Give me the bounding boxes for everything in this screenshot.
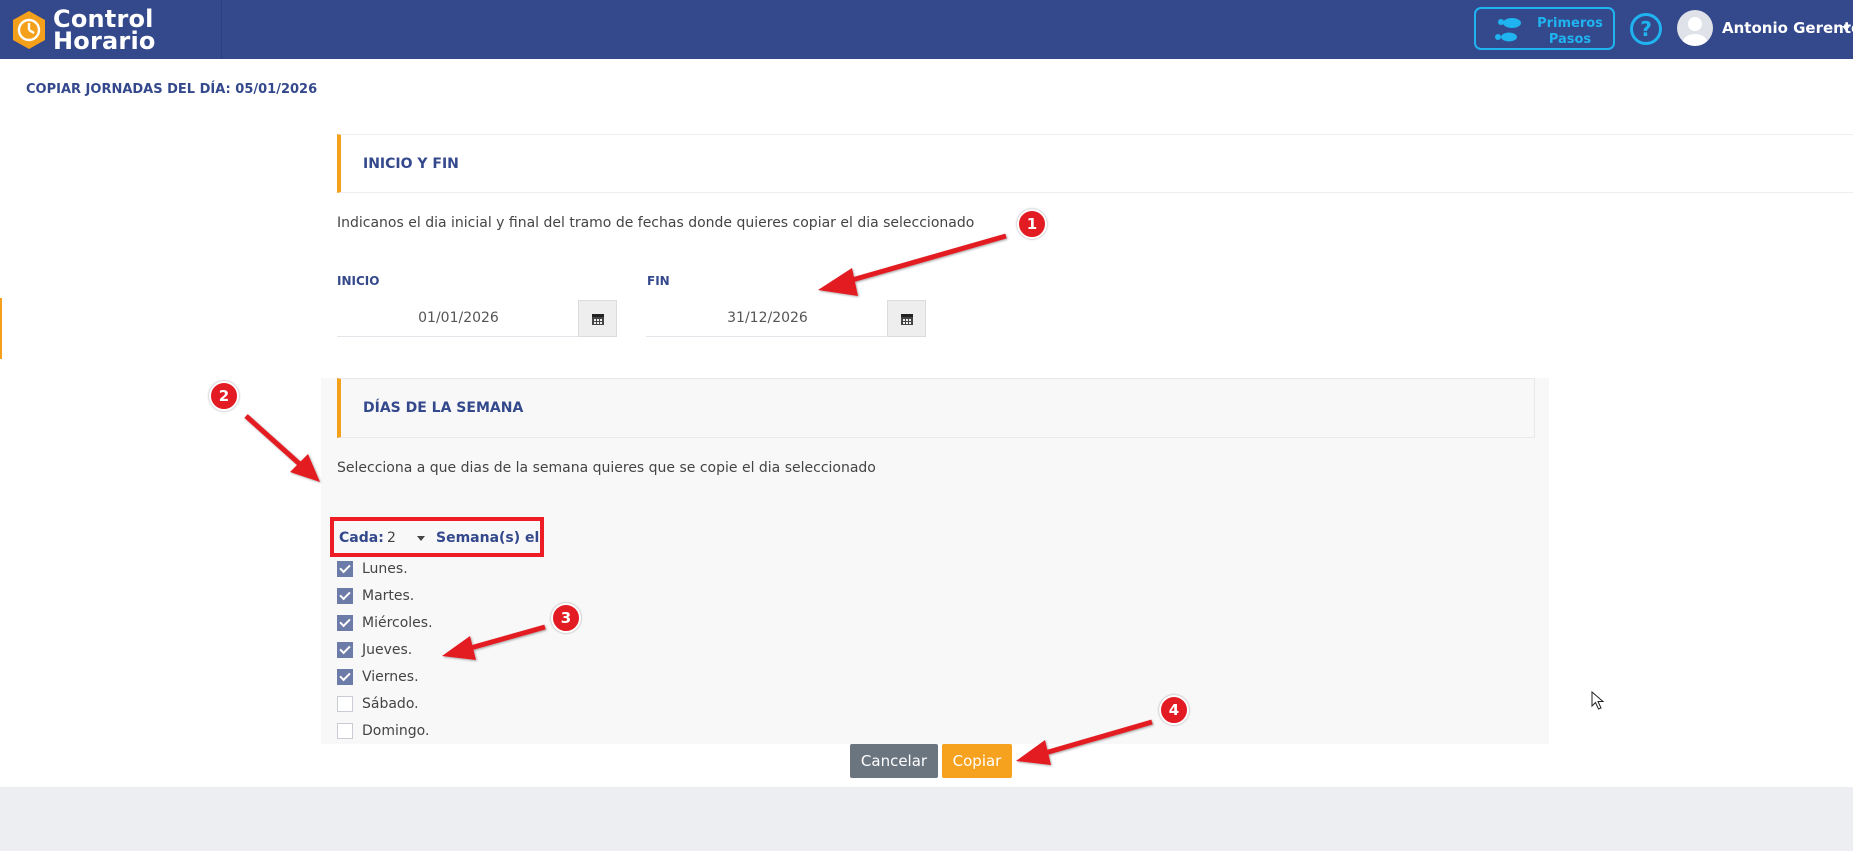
weekday-checkbox-row[interactable]: Viernes. [337, 669, 419, 685]
annotation-callout-4: 4 [1159, 695, 1189, 725]
end-date-calendar-button[interactable] [887, 300, 926, 337]
end-date-input[interactable]: 31/12/2026 [646, 300, 889, 336]
start-date-label: INICIO [337, 274, 380, 288]
start-date-field[interactable]: 01/01/2026 [337, 300, 617, 337]
checkbox-unchecked[interactable] [337, 723, 353, 739]
weekday-label: Viernes. [362, 669, 419, 685]
weekday-checkbox-row[interactable]: Lunes. [337, 561, 408, 577]
cancel-button[interactable]: Cancelar [850, 744, 938, 778]
help-icon[interactable]: ? [1630, 13, 1662, 45]
weekday-checkbox-row[interactable]: Miércoles. [337, 615, 433, 631]
app-root: Control Horario Primeros Pasos ? Antonio… [0, 0, 1853, 851]
weekday-label: Sábado. [362, 696, 419, 712]
weekday-label: Martes. [362, 588, 415, 604]
weekday-label: Domingo. [362, 723, 430, 739]
first-steps-line2: Pasos [1548, 32, 1592, 47]
section-weekdays-description: Selecciona a que dias de la semana quier… [337, 460, 876, 476]
avatar-icon[interactable] [1677, 10, 1713, 46]
calendar-icon [900, 313, 913, 325]
weeks-label: Semana(s) el [436, 530, 540, 546]
weekday-checkbox-row[interactable]: Sábado. [337, 696, 419, 712]
annotation-arrow-1 [844, 233, 1007, 285]
annotation-arrow-2 [244, 414, 305, 469]
repeat-every-label: Cada: [339, 530, 384, 546]
section-dates-description: Indicanos el dia inicial y final del tra… [337, 215, 975, 231]
side-accent-bar [0, 298, 2, 359]
repeat-every-select[interactable]: 2 [379, 527, 429, 549]
weekday-label: Lunes. [362, 561, 408, 577]
start-date-calendar-button[interactable] [578, 300, 617, 337]
first-steps-line1: Primeros [1537, 16, 1603, 31]
weekday-checkbox-row[interactable]: Jueves. [337, 642, 412, 658]
first-steps-button[interactable]: Primeros Pasos [1474, 7, 1615, 50]
annotation-callout-2: 2 [209, 381, 239, 411]
checkbox-checked[interactable] [337, 615, 353, 631]
checkbox-checked[interactable] [337, 588, 353, 604]
weekday-checkbox-row[interactable]: Domingo. [337, 723, 429, 739]
checkbox-checked[interactable] [337, 669, 353, 685]
logo-line2: Horario [53, 27, 156, 55]
chevron-down-icon [417, 536, 425, 541]
weekday-label: Miércoles. [362, 615, 433, 631]
user-menu-caret-icon[interactable] [1842, 26, 1850, 31]
annotation-callout-3: 3 [551, 603, 581, 633]
annotation-callout-1: 1 [1017, 209, 1047, 239]
section-dates-title: INICIO Y FIN [363, 156, 459, 172]
app-logo[interactable]: Control Horario [11, 7, 156, 55]
start-date-input[interactable]: 01/01/2026 [337, 300, 580, 336]
user-menu-name[interactable]: Antonio Gerente [1722, 19, 1853, 37]
page-title: COPIAR JORNADAS DEL DÍA: 05/01/2026 [26, 82, 318, 97]
logo-text: Control Horario [53, 7, 156, 55]
checkbox-checked[interactable] [337, 642, 353, 658]
footer-band [0, 787, 1853, 851]
end-date-label: FIN [647, 274, 670, 288]
logo-clock-icon [13, 11, 45, 49]
calendar-icon [591, 313, 604, 325]
mouse-pointer-icon [1591, 691, 1605, 710]
repeat-every-row: Cada: 2 Semana(s) el [330, 517, 544, 557]
checkbox-unchecked[interactable] [337, 696, 353, 712]
first-steps-label: Primeros Pasos [1530, 16, 1610, 48]
end-date-field[interactable]: 31/12/2026 [646, 300, 926, 337]
weekday-checkbox-row[interactable]: Martes. [337, 588, 414, 604]
header-divider [221, 0, 222, 59]
section-dates-header: INICIO Y FIN [337, 134, 1853, 193]
top-header: Control Horario Primeros Pasos ? Antonio… [0, 0, 1853, 59]
checkbox-checked[interactable] [337, 561, 353, 577]
weekday-label: Jueves. [362, 642, 413, 658]
section-weekdays-title: DÍAS DE LA SEMANA [363, 400, 524, 416]
avatar-silhouette [1682, 17, 1708, 46]
footsteps-icon [1495, 18, 1521, 42]
copy-button[interactable]: Copiar [942, 744, 1012, 778]
section-weekdays-header: DÍAS DE LA SEMANA [337, 378, 1535, 438]
repeat-every-value: 2 [387, 530, 396, 546]
